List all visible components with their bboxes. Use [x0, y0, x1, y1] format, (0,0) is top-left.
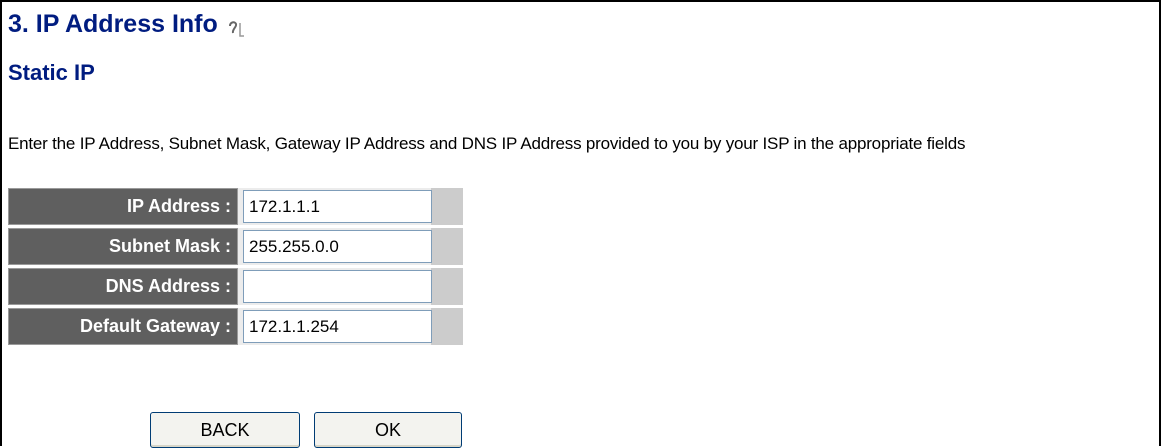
default-gateway-row: Default Gateway : [8, 308, 463, 345]
help-icon[interactable] [226, 17, 248, 39]
ip-address-input[interactable] [243, 190, 432, 223]
ok-button[interactable]: OK [314, 412, 462, 448]
subnet-mask-input[interactable] [243, 230, 432, 263]
default-gateway-label: Default Gateway : [8, 308, 238, 345]
instructions-text: Enter the IP Address, Subnet Mask, Gatew… [8, 134, 966, 153]
default-gateway-cell [238, 308, 463, 345]
ip-address-cell [238, 188, 463, 225]
subnet-mask-cell [238, 228, 463, 265]
dns-address-row: DNS Address : [8, 268, 463, 305]
subnet-mask-row: Subnet Mask : [8, 228, 463, 265]
ip-address-row: IP Address : [8, 188, 463, 225]
dns-address-cell [238, 268, 463, 305]
back-button[interactable]: BACK [150, 412, 300, 448]
dns-address-input[interactable] [243, 270, 432, 303]
section-subtitle: Static IP [8, 60, 95, 85]
page-title-text: 3. IP Address Info [8, 10, 218, 38]
ip-address-label: IP Address : [8, 188, 238, 225]
default-gateway-input[interactable] [243, 310, 432, 343]
page-title: 3. IP Address Info [8, 10, 248, 39]
subnet-mask-label: Subnet Mask : [8, 228, 238, 265]
static-ip-form: IP Address : Subnet Mask : DNS Address :… [8, 188, 463, 348]
dns-address-label: DNS Address : [8, 268, 238, 305]
